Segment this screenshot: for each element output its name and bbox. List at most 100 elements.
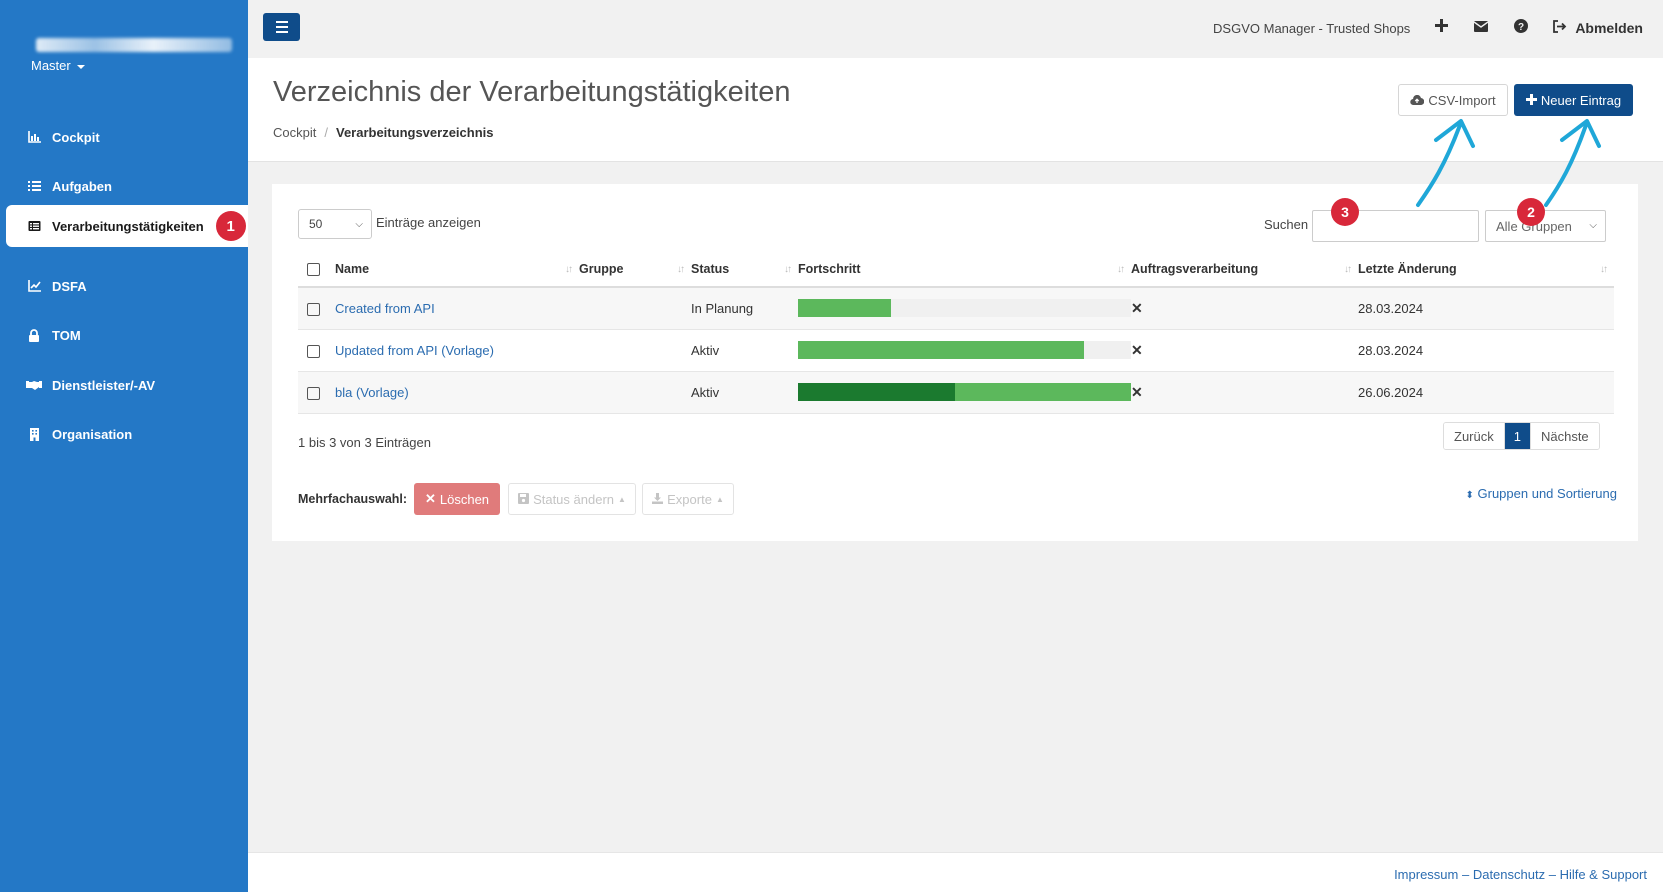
- entry-name-link[interactable]: Updated from API (Vorlage): [335, 343, 494, 358]
- row-select-cell: [298, 329, 335, 372]
- column-header-name[interactable]: Name ↓↑: [335, 252, 579, 288]
- sidebar-item-aufgaben[interactable]: Aufgaben: [6, 165, 248, 207]
- changed-cell: 26.06.2024: [1358, 371, 1614, 414]
- page-length-value: 50: [309, 217, 323, 231]
- user-email-blurred[interactable]: [36, 38, 232, 52]
- page-title: Verzeichnis der Verarbeitungstätigkeiten: [273, 76, 791, 108]
- column-header-auftragsverarbeitung[interactable]: Auftragsverarbeitung ↓↑: [1131, 252, 1358, 288]
- chevron-down-icon: ⌵: [1589, 220, 1597, 231]
- sort-icon: ↓↑: [677, 264, 685, 275]
- tenant-dropdown[interactable]: Master: [31, 58, 85, 73]
- prev-page-button[interactable]: Zurück: [1444, 423, 1504, 449]
- entry-name-link[interactable]: Created from API: [335, 301, 435, 316]
- top-right-nav: DSGVO Manager - Trusted Shops ? Abmelden: [1213, 0, 1643, 56]
- row-select-cell: [298, 371, 335, 414]
- table-row: bla (Vorlage) Aktiv ✕ 26.06.2024: [298, 371, 1614, 414]
- menu-toggle-button[interactable]: [263, 13, 300, 41]
- times-icon: ✕: [1131, 341, 1143, 358]
- sidebar-item-cockpit[interactable]: Cockpit: [6, 116, 248, 158]
- caret-down-icon: [76, 64, 85, 69]
- changed-cell: 28.03.2024: [1358, 329, 1614, 372]
- sidebar-item-organisation[interactable]: Organisation: [6, 413, 248, 455]
- sidebar-item-label: Cockpit: [52, 129, 100, 145]
- entry-name-link[interactable]: bla (Vorlage): [335, 385, 409, 400]
- group-sort-link[interactable]: ⬍ Gruppen und Sortierung: [1466, 486, 1618, 501]
- name-cell: Created from API: [335, 287, 579, 330]
- column-header-gruppe[interactable]: Gruppe ↓↑: [579, 252, 691, 288]
- tenant-label: Master: [31, 58, 71, 73]
- sidebar: Master Cockpit Aufgaben Verarbeitungstät…: [0, 0, 248, 892]
- column-header-letzte-aenderung[interactable]: Letzte Änderung ↓↑: [1358, 252, 1614, 288]
- changed-cell: 28.03.2024: [1358, 287, 1614, 330]
- group-cell: [579, 371, 691, 414]
- column-header-fortschritt[interactable]: Fortschritt ↓↑: [798, 252, 1131, 288]
- times-icon: ✕: [1131, 299, 1143, 316]
- search-label: Suchen: [1264, 217, 1309, 232]
- datenschutz-link[interactable]: Datenschutz: [1473, 867, 1545, 882]
- chevron-down-icon: ⌵: [355, 219, 363, 230]
- breadcrumb-cockpit-link[interactable]: Cockpit: [273, 125, 316, 140]
- progress-fill: [798, 341, 1085, 359]
- row-checkbox[interactable]: [307, 302, 320, 316]
- plus-icon[interactable]: [1432, 19, 1450, 37]
- annotation-badge-3: 3: [1331, 198, 1359, 226]
- sidebar-item-verarbeitungstaetigkeiten[interactable]: Verarbeitungstätigkeiten 1: [6, 205, 248, 247]
- page-header: Verzeichnis der Verarbeitungstätigkeiten…: [248, 58, 1663, 162]
- next-page-button[interactable]: Nächste: [1529, 423, 1599, 449]
- group-sort-label: Gruppen und Sortierung: [1477, 486, 1617, 501]
- building-icon: [26, 427, 42, 441]
- logout-button[interactable]: Abmelden: [1552, 20, 1643, 36]
- progress-bar: [798, 299, 1131, 318]
- processing-cell: ✕: [1131, 371, 1358, 414]
- times-icon: ✕: [424, 491, 436, 506]
- sidebar-item-tom[interactable]: TOM: [6, 314, 248, 356]
- sidebar-item-dsfa[interactable]: DSFA: [6, 265, 248, 307]
- lock-icon: [26, 328, 42, 342]
- row-select-cell: [298, 287, 335, 330]
- name-cell: Updated from API (Vorlage): [335, 329, 579, 372]
- status-cell: Aktiv: [691, 329, 798, 372]
- progress-cell: [798, 287, 1131, 330]
- status-cell: Aktiv: [691, 371, 798, 414]
- column-header-status[interactable]: Status ↓↑: [691, 252, 798, 288]
- sidebar-item-dienstleister[interactable]: Dienstleister/-AV: [6, 364, 248, 406]
- table-panel: 50 ⌵ Einträge anzeigen Suchen Alle Grupp…: [272, 184, 1638, 541]
- csv-import-button[interactable]: CSV-Import: [1398, 84, 1508, 116]
- row-checkbox[interactable]: [307, 386, 320, 400]
- cloud-upload-icon: [1410, 93, 1425, 108]
- page-footer: Impressum – Datenschutz – Hilfe & Suppor…: [248, 852, 1663, 892]
- sidebar-item-label: TOM: [52, 327, 81, 343]
- sort-icon: ↓↑: [1600, 264, 1608, 275]
- sidebar-item-label: Verarbeitungstätigkeiten: [52, 218, 204, 234]
- bulk-export-label: Exporte: [667, 491, 712, 507]
- annotation-badge-1: 1: [215, 211, 246, 241]
- times-icon: ✕: [1131, 383, 1143, 400]
- sidebar-item-label: Organisation: [52, 426, 133, 442]
- status-cell: In Planung: [691, 287, 798, 330]
- row-checkbox[interactable]: [307, 344, 320, 358]
- column-header-label: Status: [691, 262, 730, 276]
- page-1-button[interactable]: 1: [1503, 423, 1530, 449]
- save-icon: [518, 492, 530, 507]
- caret-up-icon: ▲: [618, 494, 626, 504]
- impressum-link[interactable]: Impressum: [1394, 867, 1458, 882]
- bulk-delete-button[interactable]: ✕ Löschen: [414, 483, 500, 515]
- list-icon: [26, 180, 42, 192]
- select-all-checkbox[interactable]: [307, 263, 320, 277]
- page-length-select[interactable]: 50 ⌵: [298, 209, 372, 239]
- column-header-label: Auftragsverarbeitung: [1131, 262, 1259, 276]
- new-entry-button[interactable]: Neuer Eintrag: [1514, 84, 1633, 116]
- help-support-link[interactable]: Hilfe & Support: [1560, 867, 1647, 882]
- bulk-status-label: Status ändern: [533, 491, 615, 507]
- question-circle-icon[interactable]: ?: [1512, 18, 1530, 38]
- group-filter-select[interactable]: Alle Gruppen ⌵: [1485, 210, 1606, 242]
- page-length-label: Einträge anzeigen: [376, 215, 481, 230]
- table-row: Created from API In Planung ✕ 28.03.2024: [298, 287, 1614, 330]
- caret-up-icon: ▲: [715, 494, 724, 504]
- app-name-link[interactable]: DSGVO Manager - Trusted Shops: [1213, 21, 1410, 36]
- envelope-icon[interactable]: [1472, 19, 1490, 37]
- table-row: Updated from API (Vorlage) Aktiv ✕ 28.03…: [298, 329, 1614, 372]
- logout-label: Abmelden: [1575, 20, 1643, 36]
- bulk-status-button[interactable]: Status ändern ▲: [508, 483, 636, 515]
- bulk-export-button[interactable]: Exporte ▲: [642, 483, 734, 515]
